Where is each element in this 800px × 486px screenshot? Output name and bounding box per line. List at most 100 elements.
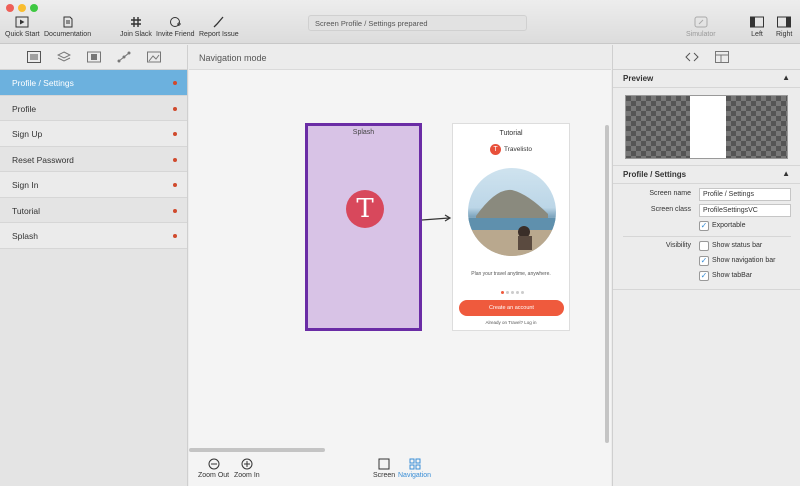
right-label: Right: [776, 31, 793, 38]
screen-list: Profile / Settings Profile Sign Up Reset…: [0, 70, 187, 249]
screen-section-header[interactable]: Profile / Settings ▲: [613, 166, 800, 184]
zoom-out-icon: [208, 458, 220, 470]
invite-friend-label: Invite Friend: [156, 31, 195, 38]
screen-name-input[interactable]: Profile / Settings: [699, 188, 791, 201]
brand: T Travelisto: [490, 144, 532, 155]
minimize-window-button[interactable]: [18, 4, 26, 12]
documentation-label: Documentation: [44, 31, 92, 38]
preview-title: Preview: [623, 74, 654, 83]
status-dot: [173, 234, 177, 238]
screen-preview-image: [625, 95, 788, 159]
screen-item-sign-up[interactable]: Sign Up: [0, 121, 187, 147]
zoom-out-label: Zoom Out: [198, 472, 230, 479]
create-account-button[interactable]: Create an account: [459, 300, 564, 316]
screen-section-title: Profile / Settings: [623, 170, 687, 179]
layout-icon[interactable]: [715, 51, 729, 63]
navigation-mode-button[interactable]: Navigation: [398, 458, 431, 479]
chevron-up-icon: ▲: [782, 73, 790, 82]
zoom-in-icon: [241, 458, 253, 470]
screens-sidebar: Profile / Settings Profile Sign Up Reset…: [0, 45, 188, 486]
screen-item-reset-password[interactable]: Reset Password: [0, 147, 187, 172]
screen-item-sign-in[interactable]: Sign In: [0, 172, 187, 198]
report-issue-button[interactable]: Report Issue: [199, 16, 239, 38]
screen-item-label: Splash: [12, 231, 38, 241]
simulator-label: Simulator: [686, 31, 716, 38]
layers-icon[interactable]: [57, 51, 71, 63]
screen-class-label: Screen class: [650, 206, 691, 213]
splash-screen-label: Splash: [352, 129, 375, 136]
screen-mode-button[interactable]: Screen: [373, 458, 395, 479]
quick-start-label: Quick Start: [5, 31, 40, 38]
zoom-in-button[interactable]: Zoom In: [234, 458, 260, 479]
page-indicator: [501, 287, 526, 296]
tutorial-tagline: Plan your travel anytime, anywhere.: [471, 271, 551, 277]
right-panel-icon: [777, 16, 792, 28]
image-icon[interactable]: [147, 51, 161, 63]
document-icon: [63, 16, 73, 28]
navigation-mode-label: Navigation: [398, 472, 432, 479]
quick-start-button[interactable]: Quick Start: [5, 16, 40, 38]
show-navigation-bar-checkbox[interactable]: ✓: [699, 256, 709, 266]
zoom-out-button[interactable]: Zoom Out: [198, 458, 229, 479]
screen-item-splash[interactable]: Splash: [0, 223, 187, 249]
divider: [623, 236, 791, 237]
preview-section-header[interactable]: Preview ▲: [613, 70, 800, 88]
show-status-bar-checkbox[interactable]: [699, 241, 709, 251]
tutorial-screen-node[interactable]: Tutorial T Travelisto Plan your travel an…: [452, 123, 570, 331]
login-link[interactable]: Already on Travel? Log in: [453, 320, 569, 325]
splash-screen-node[interactable]: Splash T: [305, 123, 422, 331]
screen-item-profile-settings[interactable]: Profile / Settings: [0, 70, 187, 96]
visibility-label: Visibility: [665, 242, 691, 249]
travel-photo: [468, 168, 556, 256]
app-logo-icon: T: [346, 190, 384, 228]
screen-mode-label: Screen: [373, 472, 396, 479]
exportable-checkbox[interactable]: ✓: [699, 221, 709, 231]
status-dot: [173, 183, 177, 187]
screen-item-tutorial[interactable]: Tutorial: [0, 198, 187, 223]
screen-item-profile[interactable]: Profile: [0, 96, 187, 121]
vertical-scrollbar[interactable]: [605, 125, 609, 443]
join-slack-label: Join Slack: [120, 31, 152, 38]
exportable-label: Exportable: [712, 222, 746, 229]
components-icon[interactable]: [87, 51, 101, 63]
status-dot: [173, 106, 177, 111]
code-icon[interactable]: [685, 51, 699, 63]
simulator-button[interactable]: Simulator: [686, 16, 716, 38]
list-icon[interactable]: [27, 51, 41, 63]
show-tabbar-checkbox[interactable]: ✓: [699, 271, 709, 281]
screen-item-label: Reset Password: [12, 154, 74, 165]
navigation-arrow[interactable]: [421, 213, 453, 225]
preview-section: [613, 88, 800, 166]
status-dot: [173, 132, 177, 136]
show-tabbar-label: Show tabBar: [712, 272, 753, 279]
status-dot: [173, 208, 177, 213]
screen-properties: Screen name Profile / Settings Screen cl…: [613, 184, 800, 344]
screen-item-label: Tutorial: [12, 205, 41, 216]
show-status-bar-label: Show status bar: [712, 242, 763, 249]
navigation-canvas[interactable]: Navigation mode Splash T Tutorial T Trave…: [189, 45, 611, 486]
connections-icon[interactable]: [117, 51, 131, 63]
sidebar-tabs: [0, 45, 187, 70]
simulator-icon: [694, 16, 708, 28]
screen-class-input[interactable]: ProfileSettingsVC: [699, 204, 791, 217]
invite-friend-button[interactable]: Invite Friend: [156, 16, 195, 38]
screen-icon: [378, 458, 390, 470]
right-panel-toggle[interactable]: Right: [776, 16, 792, 38]
documentation-button[interactable]: Documentation: [44, 16, 91, 38]
island-illustration: [468, 189, 556, 256]
close-window-button[interactable]: [6, 4, 14, 12]
screen-item-label: Sign In: [12, 180, 39, 190]
preview-phone-thumbnail: [690, 96, 726, 158]
report-issue-label: Report Issue: [199, 31, 239, 38]
left-panel-icon: [750, 16, 764, 28]
left-panel-toggle[interactable]: Left: [750, 16, 764, 38]
invite-icon: [170, 17, 182, 27]
divider: [613, 289, 800, 290]
horizontal-scrollbar[interactable]: [189, 448, 325, 452]
join-slack-button[interactable]: Join Slack: [120, 16, 152, 38]
screen-item-label: Sign Up: [12, 129, 43, 139]
status-field: Screen Profile / Settings prepared: [308, 15, 527, 31]
zoom-window-button[interactable]: [30, 4, 38, 12]
chevron-up-icon: ▲: [782, 169, 790, 178]
status-dot: [173, 157, 177, 162]
